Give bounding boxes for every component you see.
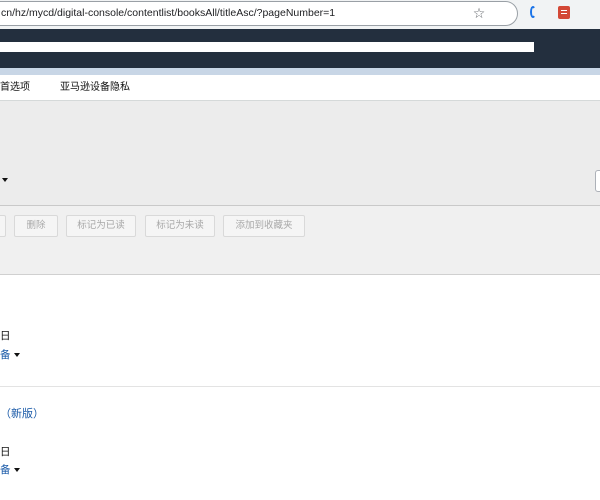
tab-preferences[interactable]: 首选项 <box>0 75 30 100</box>
address-bar[interactable]: cn/hz/mycd/digital-console/contentlist/b… <box>0 1 518 26</box>
device-label: 备 <box>0 464 11 476</box>
tab-device-privacy[interactable]: 亚马逊设备隐私 <box>60 75 130 100</box>
chevron-down-icon[interactable] <box>2 178 8 182</box>
select-button[interactable] <box>0 215 6 237</box>
item-title-link[interactable]: （新版） <box>0 405 44 421</box>
device-dropdown[interactable]: 备 <box>0 347 20 362</box>
extension-icon[interactable] <box>530 6 536 18</box>
browser-toolbar: cn/hz/mycd/digital-console/contentlist/b… <box>0 0 600 30</box>
list-divider <box>0 386 600 387</box>
header-accent-line <box>0 68 600 75</box>
delete-button[interactable]: 删除 <box>14 215 58 237</box>
caret-down-icon <box>13 468 20 472</box>
item-date: 日 <box>0 330 11 342</box>
device-dropdown[interactable]: 备 <box>0 462 20 477</box>
url-text[interactable]: cn/hz/mycd/digital-console/contentlist/b… <box>1 2 335 25</box>
console-tabs: 首选项 亚马逊设备隐私 <box>0 75 600 101</box>
mark-unread-button[interactable]: 标记为未读 <box>145 215 215 237</box>
page: cn/hz/mycd/digital-console/contentlist/b… <box>0 0 600 500</box>
star-icon[interactable]: ☆ <box>471 5 487 21</box>
device-label: 备 <box>0 349 11 361</box>
mark-read-button[interactable]: 标记为已读 <box>66 215 136 237</box>
site-header <box>0 29 600 42</box>
site-nav-bar <box>0 52 600 68</box>
header-right-block <box>534 42 600 52</box>
caret-down-icon <box>13 353 20 357</box>
item-date: 日 <box>0 446 11 458</box>
filter-panel <box>0 101 600 205</box>
header-search-strip <box>0 42 534 52</box>
extension-icon[interactable] <box>558 6 570 19</box>
search-input[interactable] <box>595 170 600 192</box>
add-to-collection-button[interactable]: 添加到收藏夹 <box>223 215 305 237</box>
